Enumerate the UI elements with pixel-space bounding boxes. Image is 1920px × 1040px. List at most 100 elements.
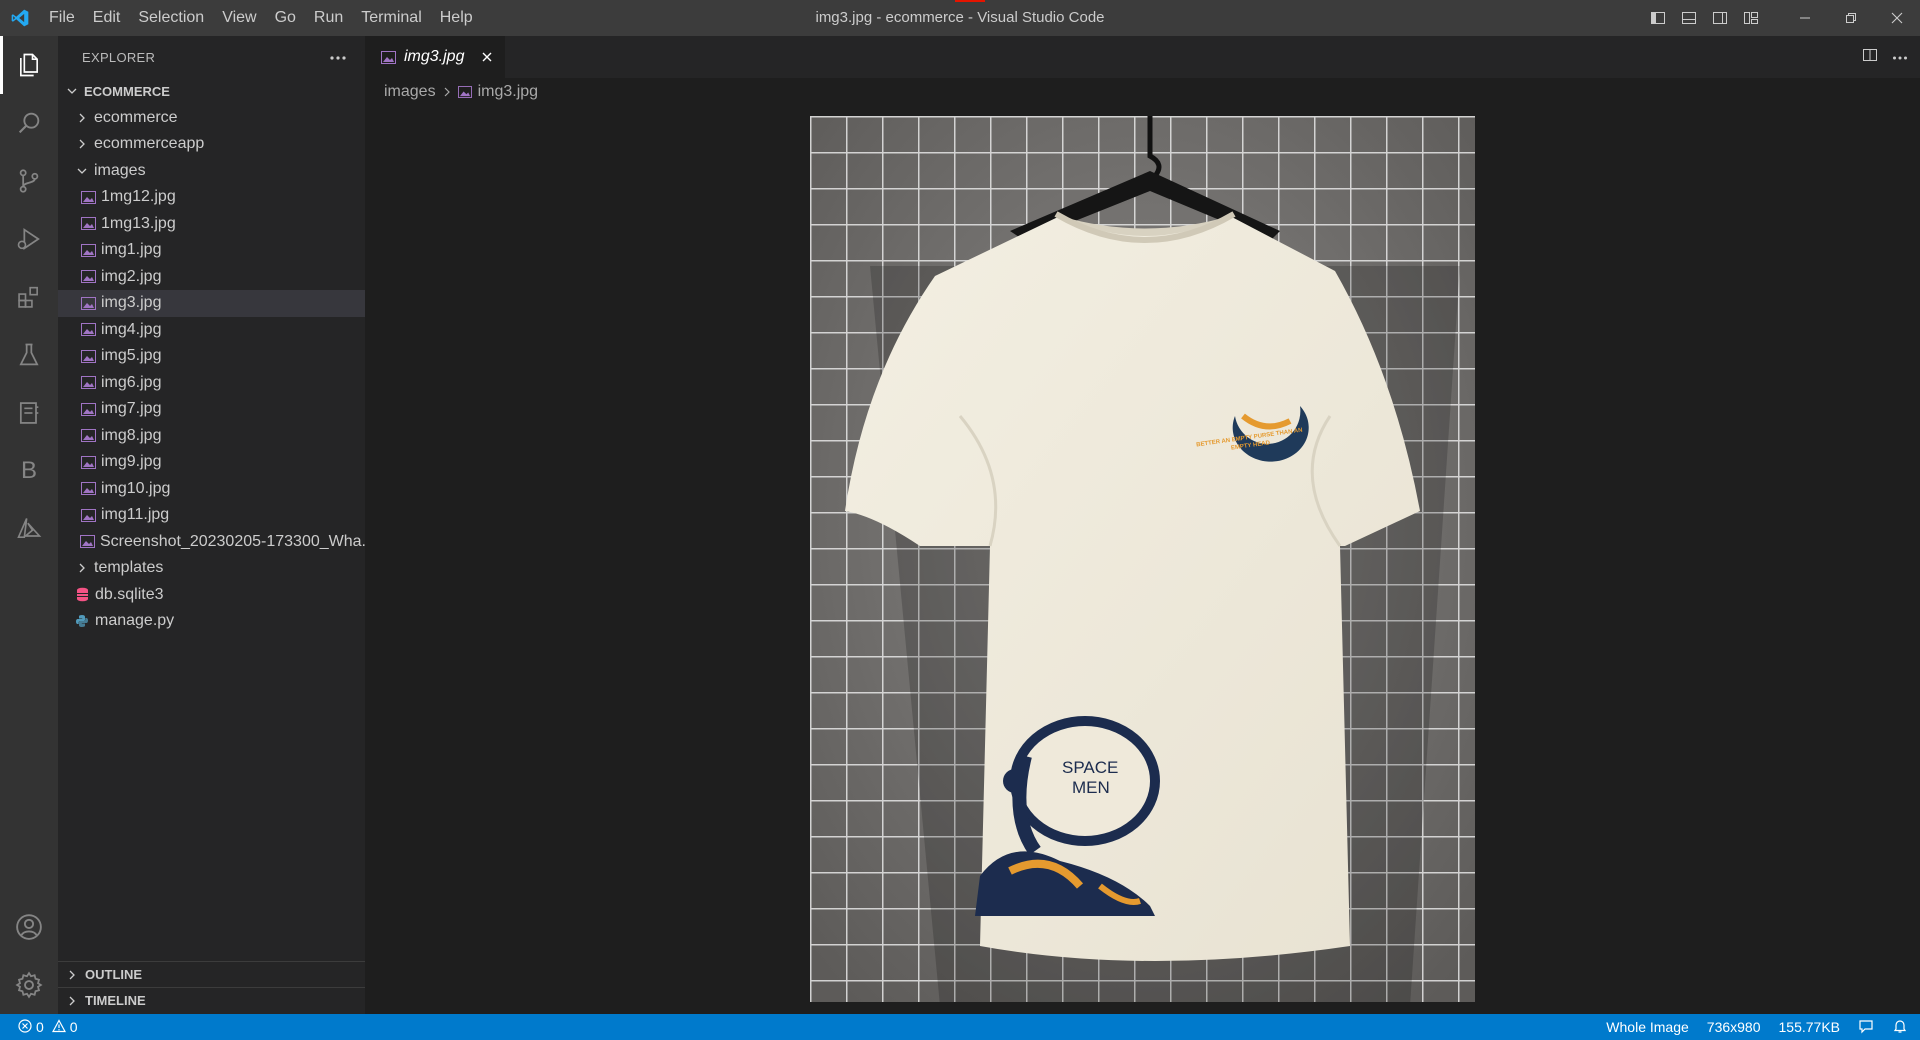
image-file-icon [80,507,96,523]
back-print-line2: MEN [1072,778,1110,797]
menu-run[interactable]: Run [305,0,352,36]
testing-icon[interactable] [0,326,58,384]
image-file-icon [381,50,396,64]
tree-item-label: img2.jpg [101,267,162,285]
chevron-right-icon [64,969,80,981]
tshirt-photo [810,116,1475,1002]
explorer-icon[interactable] [0,36,58,94]
close-window-icon[interactable] [1874,0,1920,36]
explorer-header: EXPLORER [58,36,365,78]
tree-file-screenshot-20230205-173300-wha[interactable]: Screenshot_20230205-173300_Wha... [58,529,365,556]
tree-file-img5-jpg[interactable]: img5.jpg [58,343,365,370]
menu-view[interactable]: View [213,0,265,36]
settings-gear-icon[interactable] [0,956,58,1014]
image-file-icon [80,401,96,417]
search-icon[interactable] [0,94,58,152]
image-file-icon [80,348,96,364]
tree-item-label: img7.jpg [101,400,162,418]
image-file-icon [80,295,96,311]
tree-file-db-sqlite3[interactable]: db.sqlite3 [58,582,365,609]
tree-item-label: img8.jpg [101,426,162,444]
image-file-icon [80,428,96,444]
breadcrumb-item-images[interactable]: images [384,83,436,101]
tree-item-label: manage.py [95,612,175,630]
tree-folder-images[interactable]: images [58,158,365,185]
chevron-right-icon [64,995,80,1007]
tree-file-1mg13-jpg[interactable]: 1mg13.jpg [58,211,365,238]
tree-file-img8-jpg[interactable]: img8.jpg [58,423,365,450]
file-tree: ECOMMERCE ecommerce ecommerceapp images 1mg… [58,78,365,635]
tree-file-img6-jpg[interactable]: img6.jpg [58,370,365,397]
image-file-icon [80,216,96,232]
menu-go[interactable]: Go [266,0,305,36]
editor-area: img3.jpg images img3.jpg BETTER AN EMPTY… [365,36,1920,1014]
run-debug-icon[interactable] [0,210,58,268]
image-file-icon [80,322,96,338]
tree-file-img9-jpg[interactable]: img9.jpg [58,449,365,476]
menu-help[interactable]: Help [431,0,482,36]
notifications-bell-icon[interactable] [1892,1018,1908,1037]
menu-edit[interactable]: Edit [84,0,130,36]
customize-layout-icon[interactable] [1735,0,1766,36]
tab-img3[interactable]: img3.jpg [365,36,505,78]
vscode-logo-icon[interactable] [0,0,40,36]
b-icon[interactable]: B [0,442,58,500]
tree-file-img11-jpg[interactable]: img11.jpg [58,502,365,529]
minimize-icon[interactable] [1782,0,1828,36]
source-control-icon[interactable] [0,152,58,210]
split-editor-icon[interactable] [1862,47,1878,68]
tree-item-label: images [94,161,146,179]
chevron-right-icon [74,138,90,150]
notebook-icon[interactable] [0,384,58,442]
tree-folder-templates[interactable]: templates [58,555,365,582]
image-dimensions: 736x980 [1706,1019,1761,1035]
close-tab-icon[interactable] [481,51,493,63]
breadcrumb-item-file[interactable]: img3.jpg [478,83,538,101]
tree-file-img3-jpg[interactable]: img3.jpg [58,290,365,317]
menu-file[interactable]: File [40,0,84,36]
tree-folder-ecommerce[interactable]: ecommerce [58,105,365,132]
image-file-icon [80,242,96,258]
explorer-title: EXPLORER [82,49,156,65]
tree-file-img4-jpg[interactable]: img4.jpg [58,317,365,344]
outline-section[interactable]: OUTLINE [58,961,365,987]
menu-terminal[interactable]: Terminal [352,0,430,36]
chevron-right-icon [442,86,452,98]
feedback-icon[interactable] [1858,1018,1874,1037]
image-file-icon [80,481,96,497]
more-actions-icon[interactable] [329,48,347,66]
tree-file-manage-py[interactable]: manage.py [58,608,365,635]
tree-root-ecommerce[interactable]: ECOMMERCE [58,78,365,105]
tree-root-label: ECOMMERCE [84,83,170,99]
timeline-section[interactable]: TIMELINE [58,987,365,1013]
toggle-panel-icon[interactable] [1673,0,1704,36]
zoom-mode[interactable]: Whole Image [1606,1019,1688,1035]
toggle-primary-sidebar-icon[interactable] [1642,0,1673,36]
restore-icon[interactable] [1828,0,1874,36]
tree-file-img2-jpg[interactable]: img2.jpg [58,264,365,291]
tree-file-img1-jpg[interactable]: img1.jpg [58,237,365,264]
tree-file-img10-jpg[interactable]: img10.jpg [58,476,365,503]
tree-item-label: ecommerceapp [94,135,205,153]
image-file-icon [80,534,95,550]
menu-selection[interactable]: Selection [129,0,213,36]
tree-file-img7-jpg[interactable]: img7.jpg [58,396,365,423]
problems-indicator[interactable]: 0 0 [0,1018,78,1036]
tree-item-label: db.sqlite3 [95,585,164,603]
tree-file-1mg12-jpg[interactable]: 1mg12.jpg [58,184,365,211]
image-preview[interactable]: BETTER AN EMPTY PURSE THAN AN EMPTY HEAD… [810,116,1475,1002]
tree-item-label: img10.jpg [101,479,171,497]
image-file-icon [80,269,96,285]
tab-label: img3.jpg [404,48,465,65]
account-icon[interactable] [0,898,58,956]
outline-label: OUTLINE [85,967,143,982]
toggle-secondary-sidebar-icon[interactable] [1704,0,1735,36]
python-file-icon [74,613,90,629]
tree-folder-ecommerceapp[interactable]: ecommerceapp [58,131,365,158]
tree-item-label: img1.jpg [101,241,162,259]
more-actions-icon[interactable] [1892,48,1908,66]
extensions-icon[interactable] [0,268,58,326]
chevron-down-icon [64,85,80,97]
title-bar: File Edit Selection View Go Run Terminal… [0,0,1920,36]
azure-icon[interactable] [0,500,58,558]
